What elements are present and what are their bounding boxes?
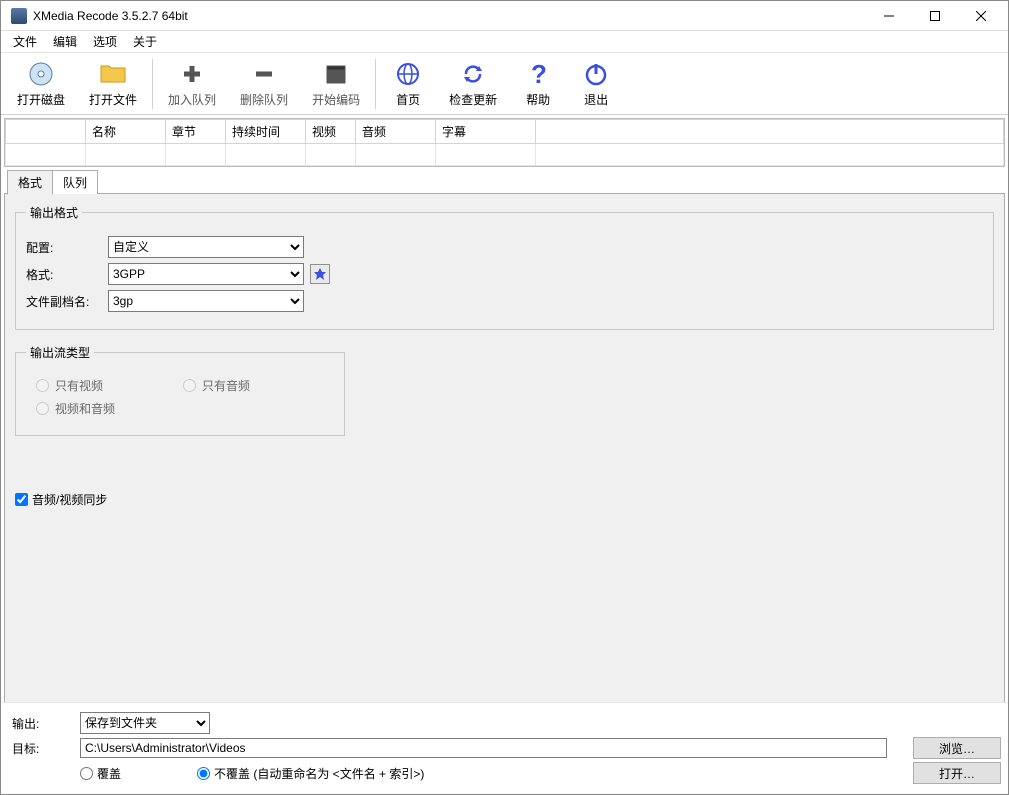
target-path-input[interactable] bbox=[80, 738, 887, 758]
col-audio[interactable]: 音频 bbox=[356, 120, 436, 144]
toolbar-separator bbox=[152, 59, 153, 109]
toolbar-separator bbox=[375, 59, 376, 109]
tab-format[interactable]: 格式 bbox=[7, 170, 53, 195]
open-file-button[interactable]: 打开文件 bbox=[77, 54, 149, 114]
browse-button[interactable]: 浏览… bbox=[913, 737, 1001, 759]
open-folder-button[interactable]: 打开… bbox=[913, 762, 1001, 784]
overwrite-radio[interactable]: 覆盖 bbox=[80, 765, 121, 782]
ext-select[interactable]: 3gp bbox=[108, 290, 304, 312]
refresh-icon bbox=[458, 59, 488, 89]
col-blank[interactable] bbox=[6, 120, 86, 144]
window-title: XMedia Recode 3.5.2.7 64bit bbox=[33, 9, 866, 23]
no-overwrite-radio[interactable]: 不覆盖 (自动重命名为 <文件名 + 索引>) bbox=[197, 765, 424, 782]
disc-icon bbox=[26, 59, 56, 89]
update-button[interactable]: 检查更新 bbox=[437, 54, 509, 114]
encode-label: 开始编码 bbox=[312, 91, 360, 108]
file-list: 名称 章节 持续时间 视频 音频 字幕 bbox=[4, 118, 1005, 167]
add-job-label: 加入队列 bbox=[168, 91, 216, 108]
menu-options[interactable]: 选项 bbox=[85, 31, 125, 52]
add-job-button[interactable]: 加入队列 bbox=[156, 54, 228, 114]
clapperboard-icon bbox=[321, 59, 351, 89]
tabpane-format: 输出格式 配置: 自定义 格式: 3GPP 文件副档名: 3gp 输出流类型 只… bbox=[4, 194, 1005, 704]
exit-label: 退出 bbox=[584, 91, 608, 108]
col-chapter[interactable]: 章节 bbox=[166, 120, 226, 144]
tabstrip: 格式 队列 bbox=[1, 170, 1008, 194]
video-audio-radio[interactable]: 视频和音频 bbox=[36, 400, 115, 417]
col-subtitle[interactable]: 字幕 bbox=[436, 120, 536, 144]
minimize-button[interactable] bbox=[866, 1, 912, 31]
plus-icon bbox=[177, 59, 207, 89]
output-format-legend: 输出格式 bbox=[26, 204, 82, 221]
encode-button[interactable]: 开始编码 bbox=[300, 54, 372, 114]
format-select[interactable]: 3GPP bbox=[108, 263, 304, 285]
file-list-header: 名称 章节 持续时间 视频 音频 字幕 bbox=[6, 120, 1004, 144]
tab-jobs[interactable]: 队列 bbox=[52, 170, 98, 194]
minus-icon bbox=[249, 59, 279, 89]
output-mode-select[interactable]: 保存到文件夹 bbox=[80, 712, 210, 734]
help-button[interactable]: ? 帮助 bbox=[509, 54, 567, 114]
profile-select[interactable]: 自定义 bbox=[108, 236, 304, 258]
folder-icon bbox=[98, 59, 128, 89]
svg-text:?: ? bbox=[531, 61, 547, 87]
open-file-label: 打开文件 bbox=[89, 91, 137, 108]
audio-only-radio[interactable]: 只有音频 bbox=[183, 377, 250, 394]
favorite-button[interactable] bbox=[310, 264, 330, 284]
output-format-group: 输出格式 配置: 自定义 格式: 3GPP 文件副档名: 3gp bbox=[15, 204, 994, 330]
question-icon: ? bbox=[523, 59, 553, 89]
open-disc-button[interactable]: 打开磁盘 bbox=[5, 54, 77, 114]
av-sync-label: 音频/视频同步 bbox=[32, 491, 107, 508]
av-sync-checkbox[interactable] bbox=[15, 493, 28, 506]
menu-edit[interactable]: 编辑 bbox=[45, 31, 85, 52]
home-button[interactable]: 首页 bbox=[379, 54, 437, 114]
target-label: 目标: bbox=[12, 740, 72, 757]
menu-about[interactable]: 关于 bbox=[125, 31, 165, 52]
power-icon bbox=[581, 59, 611, 89]
col-extra[interactable] bbox=[536, 120, 1004, 144]
output-label: 输出: bbox=[12, 715, 72, 732]
stream-type-legend: 输出流类型 bbox=[26, 344, 94, 361]
globe-icon bbox=[393, 59, 423, 89]
menubar: 文件 编辑 选项 关于 bbox=[1, 31, 1008, 53]
update-label: 检查更新 bbox=[449, 91, 497, 108]
menu-file[interactable]: 文件 bbox=[5, 31, 45, 52]
table-row[interactable] bbox=[6, 144, 1004, 166]
open-disc-label: 打开磁盘 bbox=[17, 91, 65, 108]
output-panel: 输出: 保存到文件夹 目标: 浏览… 覆盖 不覆盖 (自动重命名为 <文件名 +… bbox=[2, 702, 1007, 793]
ext-label: 文件副档名: bbox=[26, 293, 102, 310]
help-label: 帮助 bbox=[526, 91, 550, 108]
remove-job-label: 删除队列 bbox=[240, 91, 288, 108]
exit-button[interactable]: 退出 bbox=[567, 54, 625, 114]
col-video[interactable]: 视频 bbox=[306, 120, 356, 144]
close-button[interactable] bbox=[958, 1, 1004, 31]
home-label: 首页 bbox=[396, 91, 420, 108]
col-duration[interactable]: 持续时间 bbox=[226, 120, 306, 144]
maximize-button[interactable] bbox=[912, 1, 958, 31]
video-only-radio[interactable]: 只有视频 bbox=[36, 377, 103, 394]
stream-type-group: 输出流类型 只有视频 只有音频 视频和音频 bbox=[15, 344, 345, 436]
remove-job-button[interactable]: 删除队列 bbox=[228, 54, 300, 114]
app-icon bbox=[11, 8, 27, 24]
format-label: 格式: bbox=[26, 266, 102, 283]
titlebar: XMedia Recode 3.5.2.7 64bit bbox=[1, 1, 1008, 31]
col-name[interactable]: 名称 bbox=[86, 120, 166, 144]
profile-label: 配置: bbox=[26, 239, 102, 256]
toolbar: 打开磁盘 打开文件 加入队列 删除队列 开始编码 首页 检查更新 ? 帮助 退出 bbox=[1, 53, 1008, 115]
